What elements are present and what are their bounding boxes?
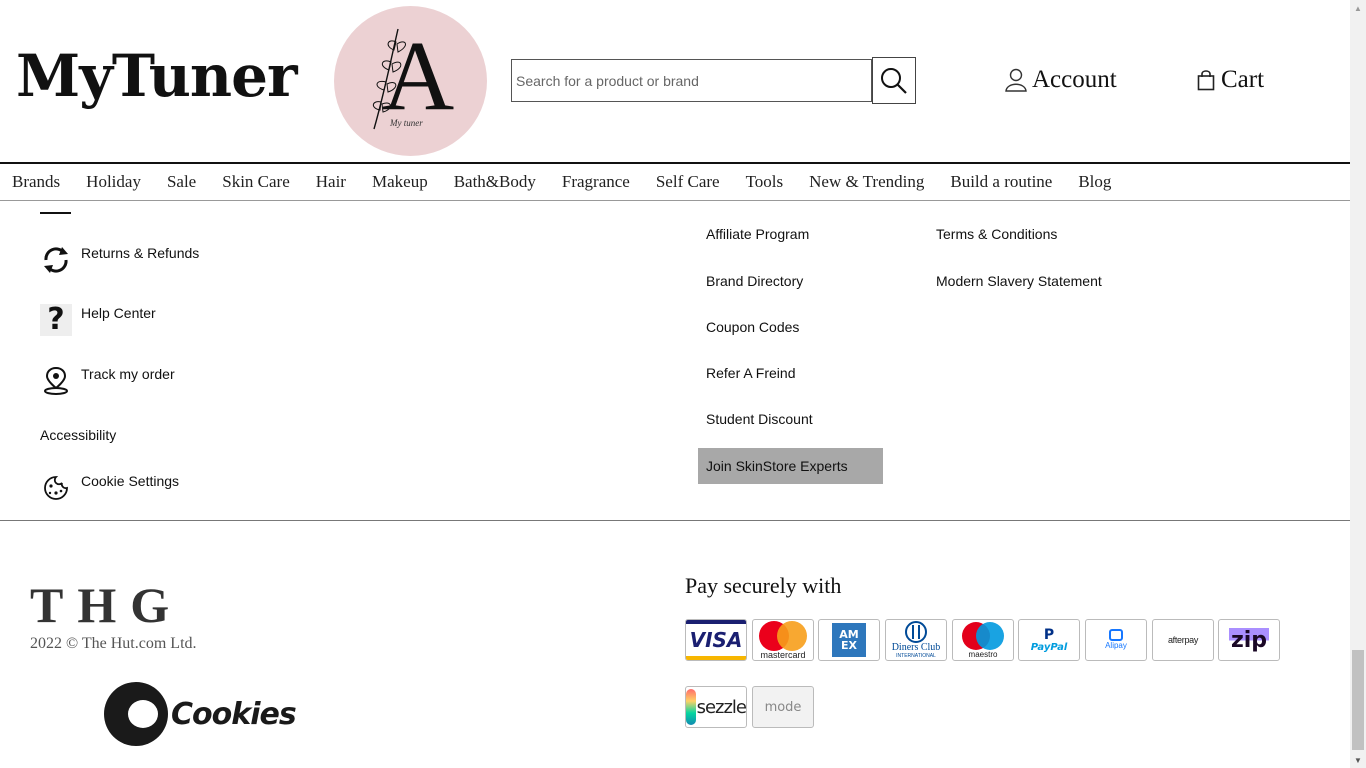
nav-item-bath-body[interactable]: Bath&Body — [454, 172, 536, 192]
returns-refunds-link[interactable]: Returns & Refunds — [40, 244, 199, 276]
nav-item-fragrance[interactable]: Fragrance — [562, 172, 630, 192]
question-mark-icon: ? — [40, 304, 72, 336]
cookie-settings-label: Cookie Settings — [81, 473, 180, 489]
cookie-icon — [40, 472, 72, 504]
cookies-logo[interactable]: Cookies — [104, 682, 297, 746]
scroll-up-arrow-icon[interactable]: ▲ — [1350, 0, 1366, 16]
cart-link[interactable]: Cart — [1197, 66, 1264, 94]
nav-item-hair[interactable]: Hair — [316, 172, 346, 192]
shopping-bag-icon — [1197, 70, 1215, 91]
amex-label: AM EX — [839, 628, 859, 652]
footer-divider — [0, 520, 1350, 521]
diners-sublabel: INTERNATIONAL — [896, 653, 936, 659]
nav-item-self-care[interactable]: Self Care — [656, 172, 720, 192]
user-icon — [1005, 68, 1027, 92]
logo-letter: A — [382, 20, 455, 131]
modern-slavery-link[interactable]: Modern Slavery Statement — [936, 273, 1102, 289]
zip-icon: zip — [1218, 619, 1280, 661]
brand-logo[interactable]: A My tuner — [334, 6, 487, 156]
nav-item-sale[interactable]: Sale — [167, 172, 196, 192]
help-center-link[interactable]: ? Help Center — [40, 304, 156, 336]
nav-item-makeup[interactable]: Makeup — [372, 172, 428, 192]
mode-icon: mode — [752, 686, 814, 728]
mastercard-icon: mastercard — [752, 619, 814, 661]
account-link[interactable]: Account — [1005, 66, 1117, 94]
scroll-down-arrow-icon[interactable]: ▼ — [1350, 752, 1366, 768]
pay-securely-heading: Pay securely with — [685, 573, 842, 598]
accessibility-link[interactable]: Accessibility — [40, 427, 116, 443]
visa-card-icon: VISA — [685, 619, 747, 661]
mastercard-label: mastercard — [760, 649, 806, 660]
nav-item-build-routine[interactable]: Build a routine — [950, 172, 1052, 192]
join-experts-button[interactable]: Join SkinStore Experts — [698, 448, 883, 484]
paypal-icon: P PayPal — [1018, 619, 1080, 661]
search-input[interactable] — [511, 59, 872, 102]
terms-conditions-link[interactable]: Terms & Conditions — [936, 226, 1057, 242]
logo-subtext: My tuner — [390, 118, 423, 128]
cart-label: Cart — [1221, 66, 1265, 93]
coupon-codes-link[interactable]: Coupon Codes — [706, 319, 799, 335]
afterpay-label: afterpay — [1167, 635, 1199, 645]
amex-card-icon: AM EX — [818, 619, 880, 661]
diners-club-icon: Diners Club INTERNATIONAL — [885, 619, 947, 661]
brand-directory-link[interactable]: Brand Directory — [706, 273, 803, 289]
main-nav: Brands Holiday Sale Skin Care Hair Makeu… — [0, 162, 1350, 201]
maestro-label: maestro — [968, 650, 998, 659]
search-icon — [881, 67, 907, 94]
affiliate-program-link[interactable]: Affiliate Program — [706, 226, 809, 242]
student-discount-link[interactable]: Student Discount — [706, 411, 813, 427]
visa-label: VISA — [689, 628, 743, 652]
copyright-text: 2022 © The Hut.com Ltd. — [30, 635, 197, 652]
partial-icon — [40, 202, 71, 214]
sezzle-icon: sezzle — [685, 686, 747, 728]
track-order-label: Track my order — [81, 366, 175, 382]
site-logo-text[interactable]: MyTuner — [16, 42, 298, 110]
thg-logo[interactable]: THG — [30, 576, 183, 634]
zip-label: zip — [1228, 627, 1270, 653]
afterpay-icon: afterpay — [1152, 619, 1214, 661]
scrollbar-thumb[interactable] — [1352, 650, 1364, 750]
location-pin-icon — [40, 365, 72, 397]
maestro-icon: maestro — [952, 619, 1014, 661]
nav-item-holiday[interactable]: Holiday — [86, 172, 141, 192]
search-button[interactable] — [872, 57, 916, 104]
sezzle-label: sezzle — [696, 696, 746, 718]
site-header: MyTuner A My tuner Account — [0, 0, 1350, 162]
returns-refunds-label: Returns & Refunds — [81, 245, 200, 261]
help-center-label: Help Center — [81, 305, 156, 321]
refresh-icon — [40, 244, 72, 276]
nav-item-new-trending[interactable]: New & Trending — [809, 172, 924, 192]
paypal-label: PayPal — [1030, 641, 1068, 653]
alipay-label: Alipay — [1105, 641, 1127, 650]
refer-friend-link[interactable]: Refer A Freind — [706, 365, 796, 381]
mode-label: mode — [764, 699, 802, 715]
nav-item-brands[interactable]: Brands — [12, 172, 60, 192]
nav-item-tools[interactable]: Tools — [746, 172, 784, 192]
cookies-word: Cookies — [171, 696, 297, 732]
track-order-link[interactable]: Track my order — [40, 365, 175, 397]
diners-label: Diners Club — [891, 642, 941, 653]
cookies-c-mark — [104, 682, 168, 746]
cookie-settings-link[interactable]: Cookie Settings — [40, 472, 179, 504]
alipay-icon: Alipay — [1085, 619, 1147, 661]
account-label: Account — [1032, 66, 1117, 93]
nav-item-skin-care[interactable]: Skin Care — [222, 172, 290, 192]
nav-item-blog[interactable]: Blog — [1078, 172, 1111, 192]
